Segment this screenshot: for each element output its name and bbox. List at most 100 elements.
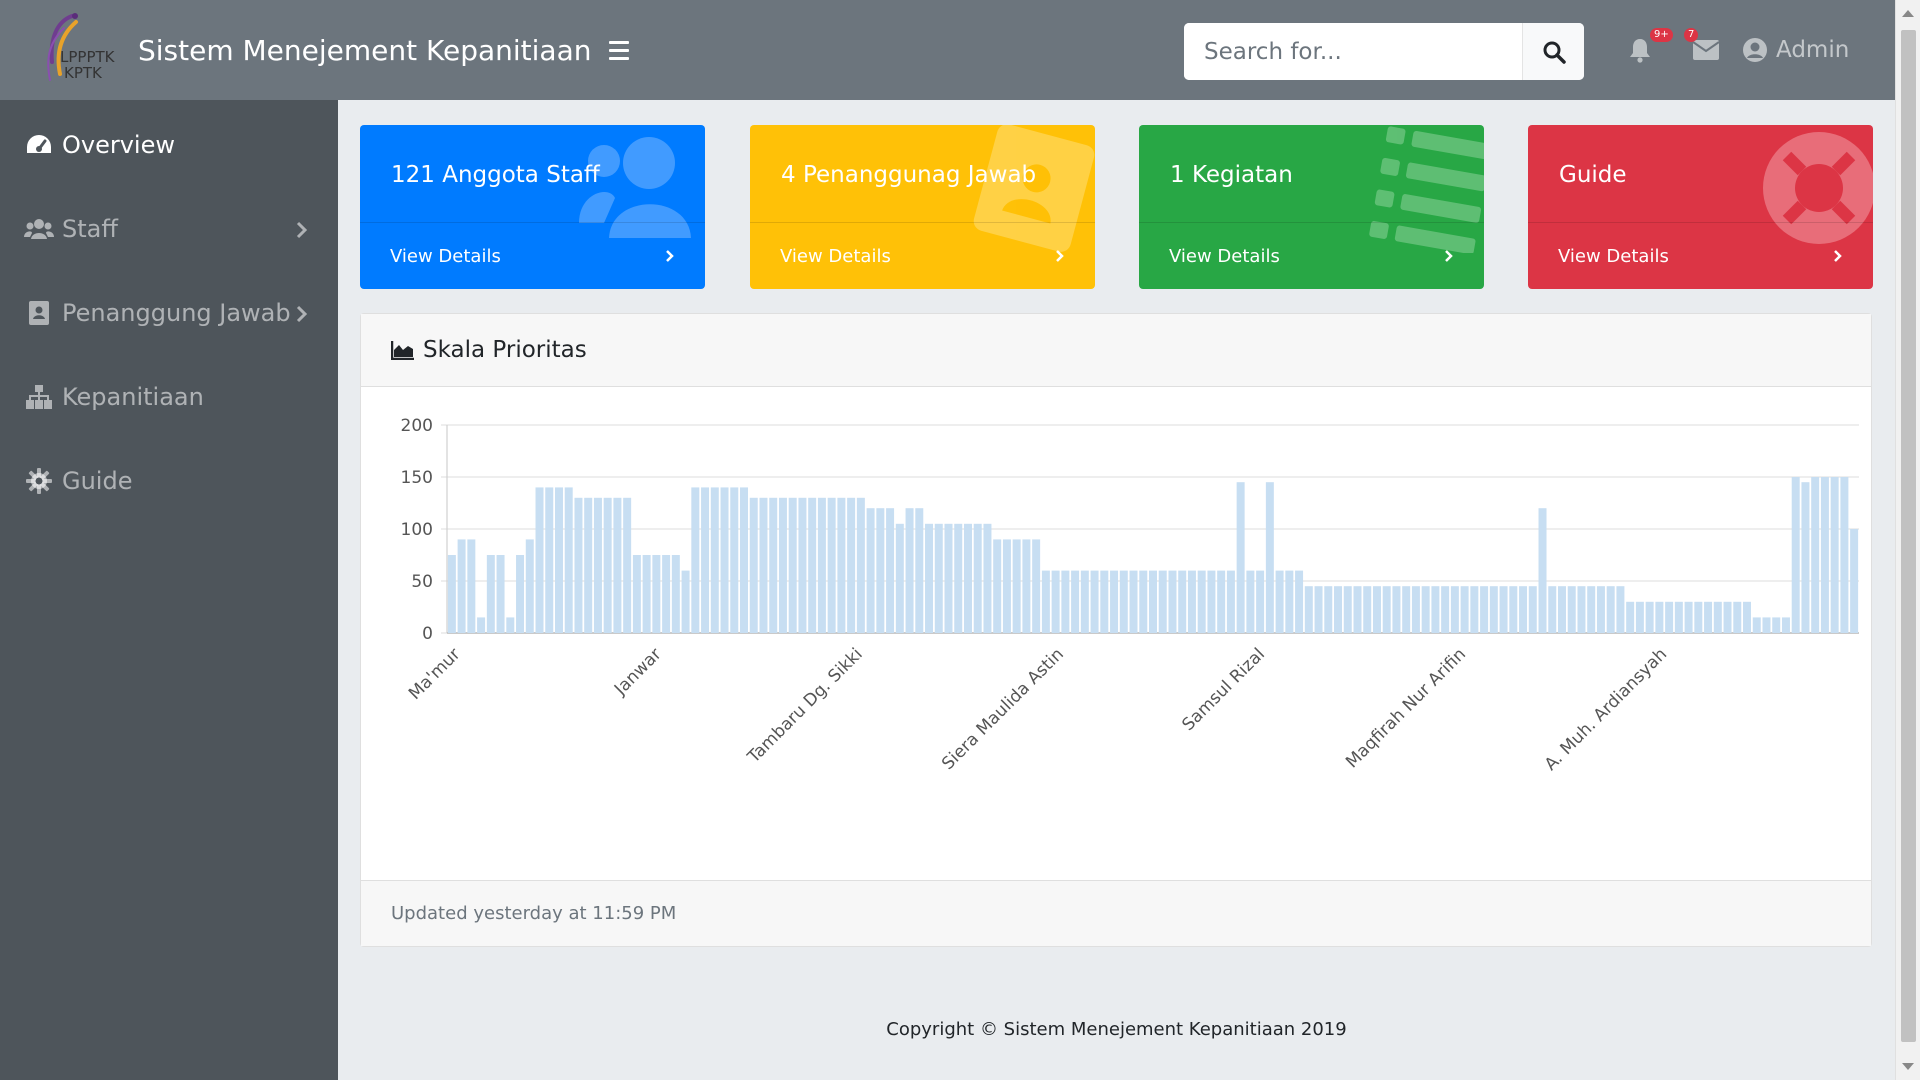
address-book-icon bbox=[24, 298, 54, 328]
bar bbox=[934, 523, 943, 633]
x-tick-label: Tambaru Dg. Sikki bbox=[743, 644, 866, 767]
scroll-up-arrow-icon[interactable] bbox=[1902, 10, 1914, 17]
chart-panel: Skala Prioritas 0 50 100 150 200 Ma'mur Janwar… bbox=[360, 313, 1872, 947]
sidebar-item-label: Guide bbox=[62, 467, 133, 495]
y-tick-label: 200 bbox=[401, 416, 433, 436]
view-details-link[interactable]: View Details bbox=[1139, 222, 1484, 289]
bar bbox=[769, 497, 778, 633]
brand[interactable]: LPPPTK KPTK Sistem Menejement Kepanitiaa… bbox=[0, 0, 635, 100]
bar bbox=[1343, 586, 1352, 633]
user-dropdown[interactable]: Admin bbox=[1742, 37, 1849, 63]
search-button[interactable] bbox=[1522, 23, 1584, 80]
chevron-right-icon bbox=[1444, 247, 1454, 268]
bar bbox=[1246, 570, 1255, 633]
bar bbox=[1431, 586, 1440, 633]
vertical-scrollbar[interactable] bbox=[1895, 0, 1920, 1080]
bar bbox=[1616, 586, 1625, 633]
card-title: Guide bbox=[1559, 162, 1627, 188]
bar bbox=[993, 539, 1002, 633]
view-details-link[interactable]: View Details bbox=[360, 222, 705, 289]
bar bbox=[1704, 601, 1713, 633]
messages-dropdown[interactable]: 7 bbox=[1684, 28, 1726, 70]
bar bbox=[808, 497, 817, 633]
bar bbox=[1752, 617, 1761, 633]
bar bbox=[1528, 586, 1537, 633]
bar bbox=[1519, 586, 1528, 633]
view-details-link[interactable]: View Details bbox=[750, 222, 1095, 289]
alerts-dropdown[interactable]: 9+ bbox=[1620, 28, 1673, 70]
bar bbox=[866, 508, 875, 633]
bar bbox=[1178, 570, 1187, 633]
bar bbox=[847, 497, 856, 633]
bar bbox=[1450, 586, 1459, 633]
bar bbox=[1314, 586, 1323, 633]
bar bbox=[720, 487, 729, 633]
bar bbox=[837, 497, 846, 633]
bar bbox=[496, 555, 505, 633]
search-icon bbox=[1543, 41, 1566, 64]
search-input[interactable] bbox=[1184, 23, 1522, 80]
bar bbox=[1158, 570, 1167, 633]
bar bbox=[710, 487, 719, 633]
sidebar-item-penanggung-jawab[interactable]: Penanggung Jawab bbox=[0, 271, 338, 355]
scrollbar-thumb[interactable] bbox=[1901, 30, 1916, 1042]
bar bbox=[778, 497, 787, 633]
bar bbox=[1051, 570, 1060, 633]
bar bbox=[1353, 586, 1362, 633]
sitemap-icon bbox=[24, 382, 54, 412]
bar bbox=[1743, 601, 1752, 633]
sidebar-item-staff[interactable]: Staff bbox=[0, 187, 338, 271]
bar bbox=[1840, 477, 1849, 633]
bar bbox=[1733, 601, 1742, 633]
chevron-right-icon bbox=[665, 247, 675, 268]
bar bbox=[944, 523, 953, 633]
bar bbox=[876, 508, 885, 633]
user-circle-icon bbox=[1743, 38, 1767, 62]
bar bbox=[1382, 586, 1391, 633]
sidebar-item-kepanitiaan[interactable]: Kepanitiaan bbox=[0, 355, 338, 439]
bar bbox=[856, 497, 865, 633]
bar bbox=[798, 497, 807, 633]
bar bbox=[545, 487, 554, 633]
summary-cards: 121 Anggota Staff View Details 4 Penangg… bbox=[360, 125, 1874, 289]
bar bbox=[749, 497, 758, 633]
sidebar-item-overview[interactable]: Overview bbox=[0, 103, 338, 187]
chevron-right-icon bbox=[1833, 247, 1843, 268]
sidebar-item-label: Staff bbox=[62, 215, 118, 243]
bar bbox=[1820, 477, 1829, 633]
bar bbox=[1781, 617, 1790, 633]
chevron-right-icon bbox=[296, 217, 308, 245]
bar bbox=[681, 570, 690, 633]
x-tick-label: Ma'mur bbox=[405, 644, 464, 703]
logo-text-line2: KPTK bbox=[64, 64, 102, 82]
view-details-label: View Details bbox=[390, 245, 501, 267]
sidebar-item-label: Overview bbox=[62, 131, 175, 159]
view-details-label: View Details bbox=[1169, 245, 1280, 267]
bar bbox=[1285, 570, 1294, 633]
bar bbox=[623, 497, 632, 633]
view-details-label: View Details bbox=[780, 245, 891, 267]
top-navbar: LPPPTK KPTK Sistem Menejement Kepanitiaa… bbox=[0, 0, 1895, 100]
view-details-link[interactable]: View Details bbox=[1528, 222, 1873, 289]
bars-icon bbox=[609, 40, 630, 44]
bar bbox=[1830, 477, 1839, 633]
app-title[interactable]: Sistem Menejement Kepanitiaan bbox=[138, 34, 591, 67]
bar bbox=[730, 487, 739, 633]
sidebar-toggle-button[interactable] bbox=[609, 37, 635, 63]
main-content: 121 Anggota Staff View Details 4 Penangg… bbox=[338, 100, 1895, 1080]
bar bbox=[1032, 539, 1041, 633]
bar bbox=[1207, 570, 1216, 633]
bar bbox=[1489, 586, 1498, 633]
y-tick-label: 50 bbox=[411, 572, 433, 592]
sidebar-item-label: Penanggung Jawab bbox=[62, 299, 291, 327]
bar bbox=[525, 539, 534, 633]
updated-text: Updated yesterday at 11:59 PM bbox=[391, 903, 677, 924]
bar bbox=[1275, 570, 1284, 633]
sidebar-item-guide[interactable]: Guide bbox=[0, 439, 338, 523]
bar bbox=[535, 487, 544, 633]
users-icon bbox=[24, 214, 54, 244]
bar bbox=[1665, 601, 1674, 633]
bar bbox=[691, 487, 700, 633]
bar bbox=[1304, 586, 1313, 633]
scroll-down-arrow-icon[interactable] bbox=[1902, 1063, 1914, 1070]
